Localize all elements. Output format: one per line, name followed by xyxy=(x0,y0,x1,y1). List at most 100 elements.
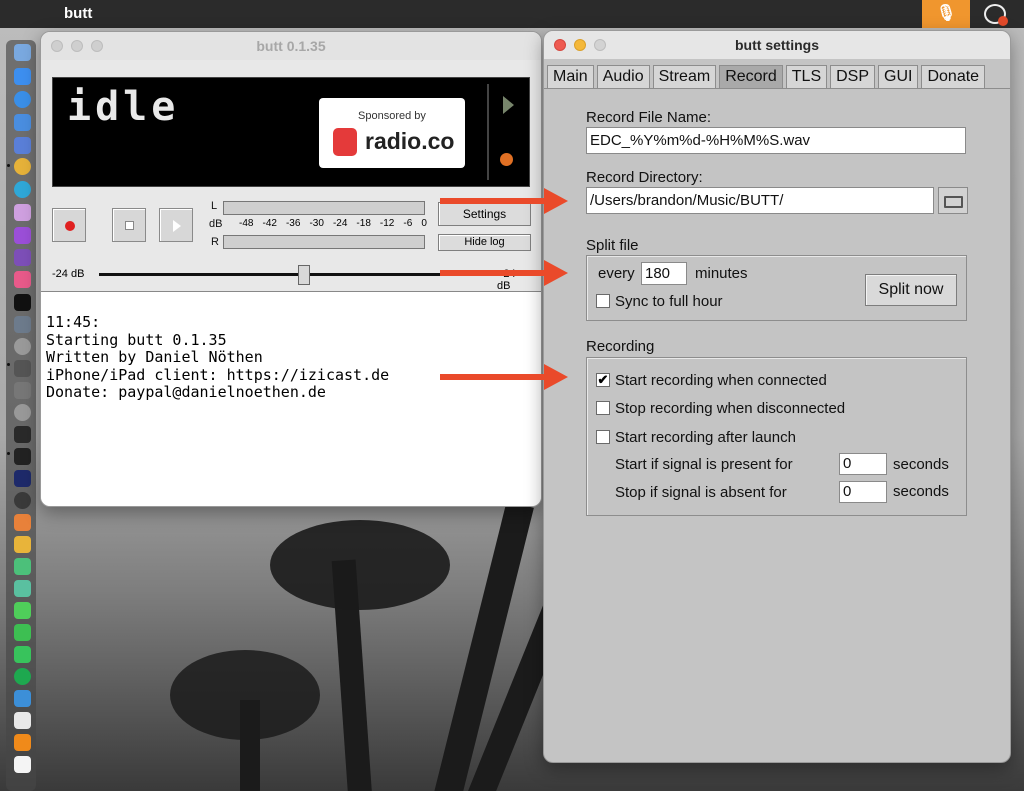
spotify-icon[interactable] xyxy=(14,668,31,685)
maps-icon[interactable] xyxy=(14,514,31,531)
settings-app-icon[interactable] xyxy=(14,137,31,154)
messages-icon[interactable] xyxy=(14,602,31,619)
k-app-icon[interactable] xyxy=(14,91,31,108)
speaker-icon[interactable] xyxy=(14,360,31,377)
menu-bar: butt 🎙 xyxy=(0,0,1024,28)
preview-icon[interactable] xyxy=(14,316,31,333)
record-file-name-input[interactable]: EDC_%Y%m%d-%H%M%S.wav xyxy=(586,127,966,154)
settings-tabs: Main Audio Stream Record TLS DSP GUI Donate xyxy=(547,65,988,88)
radio-co-logo-icon xyxy=(333,128,357,156)
record-directory-input[interactable]: /Users/brandon/Music/BUTT/ xyxy=(586,187,934,214)
vu-scale-tick: -18 xyxy=(356,218,371,229)
play-button[interactable] xyxy=(159,208,193,242)
dock xyxy=(6,40,36,791)
tab-donate[interactable]: Donate xyxy=(921,65,986,88)
minimize-button[interactable] xyxy=(574,39,586,51)
signal-present-unit: seconds xyxy=(893,456,949,473)
log-area[interactable]: 11:45: Starting butt 0.1.35 Written by D… xyxy=(41,291,541,506)
whatsapp-icon[interactable] xyxy=(14,646,31,663)
split-now-button[interactable]: Split now xyxy=(865,274,957,306)
split-minutes-label: minutes xyxy=(695,265,748,282)
stop-when-disconnected-checkbox[interactable] xyxy=(596,401,610,415)
start-after-launch-checkbox[interactable] xyxy=(596,430,610,444)
sync-full-hour-label: Sync to full hour xyxy=(615,293,723,310)
close-button[interactable] xyxy=(51,40,63,52)
facetime-icon[interactable] xyxy=(14,624,31,641)
tab-divider xyxy=(544,88,1010,89)
tab-main[interactable]: Main xyxy=(547,65,594,88)
obs-icon[interactable] xyxy=(14,492,31,509)
annotation-arrow xyxy=(440,188,568,214)
headphones-icon[interactable] xyxy=(14,536,31,553)
split-file-label: Split file xyxy=(586,237,639,254)
tab-gui[interactable]: GUI xyxy=(878,65,919,88)
app-store-icon[interactable] xyxy=(14,68,31,85)
network-icon[interactable] xyxy=(14,558,31,575)
stop-icon xyxy=(125,221,134,230)
display-divider xyxy=(487,84,489,180)
annotation-arrow xyxy=(440,260,568,286)
vu-scale: -48 -42 -36 -30 -24 -18 -12 -6 0 xyxy=(239,218,427,229)
start-when-connected-checkbox[interactable]: ✔ xyxy=(596,373,610,387)
audition-icon[interactable] xyxy=(14,470,31,487)
vu-scale-tick: -48 xyxy=(239,218,254,229)
atom-icon[interactable] xyxy=(14,580,31,597)
menu-app-name[interactable]: butt xyxy=(64,5,92,22)
close-button[interactable] xyxy=(554,39,566,51)
podcasts-icon[interactable] xyxy=(14,227,31,244)
textedit-icon[interactable] xyxy=(14,712,31,729)
running-indicator xyxy=(7,363,10,366)
settings-window-title: butt settings xyxy=(544,31,1010,59)
butt-main-window: butt 0.1.35 idle Sponsored by radio.co L… xyxy=(40,31,542,507)
settings-button[interactable]: Settings xyxy=(438,202,531,226)
zoom-button[interactable] xyxy=(91,40,103,52)
split-file-group: every 180 minutes Sync to full hour Spli… xyxy=(586,255,967,321)
vu-scale-tick: -24 xyxy=(332,218,348,229)
signal-present-input[interactable]: 0 xyxy=(839,453,887,475)
disk-utility-icon[interactable] xyxy=(14,404,31,421)
sponsor-banner[interactable]: Sponsored by radio.co xyxy=(319,98,465,168)
v2-app-icon[interactable] xyxy=(14,114,31,131)
tab-stream[interactable]: Stream xyxy=(652,65,717,88)
calendar-icon[interactable] xyxy=(14,756,31,773)
tab-dsp[interactable]: DSP xyxy=(830,65,876,88)
status-display: idle Sponsored by radio.co xyxy=(52,77,530,187)
sync-full-hour-checkbox[interactable] xyxy=(596,294,610,308)
record-directory-label: Record Directory: xyxy=(586,169,703,186)
tab-audio[interactable]: Audio xyxy=(596,65,650,88)
hide-log-button[interactable]: Hide log xyxy=(438,234,531,251)
weather-icon[interactable] xyxy=(14,690,31,707)
activity-monitor-icon[interactable] xyxy=(14,426,31,443)
sponsor-caption: Sponsored by xyxy=(358,110,426,122)
control-center-icon[interactable] xyxy=(984,4,1008,26)
gain-min-label: -24 dB xyxy=(52,268,85,280)
vlc-icon[interactable] xyxy=(14,382,31,399)
split-every-input[interactable]: 180 xyxy=(641,262,687,285)
vlc-player-icon[interactable] xyxy=(14,734,31,751)
help-icon[interactable] xyxy=(14,338,31,355)
terminal-icon[interactable] xyxy=(14,448,31,465)
record-file-name-label: Record File Name: xyxy=(586,109,712,126)
tab-tls[interactable]: TLS xyxy=(785,65,828,88)
signal-absent-input[interactable]: 0 xyxy=(839,481,887,503)
tab-record[interactable]: Record xyxy=(719,65,783,88)
minimize-button[interactable] xyxy=(71,40,83,52)
chrome-icon[interactable] xyxy=(14,158,31,175)
gain-track[interactable] xyxy=(99,273,491,276)
browse-directory-button[interactable] xyxy=(938,187,968,214)
edge-icon[interactable] xyxy=(14,181,31,198)
finder-icon[interactable] xyxy=(14,44,31,61)
launchpad-icon[interactable] xyxy=(14,204,31,221)
stop-button[interactable] xyxy=(112,208,146,242)
photos-icon[interactable] xyxy=(14,271,31,288)
gain-knob[interactable] xyxy=(298,265,310,285)
vu-meter: L dB -48 -42 -36 -30 -24 -18 -12 -6 0 R xyxy=(209,198,427,250)
vu-scale-tick: -42 xyxy=(262,218,277,229)
record-button[interactable] xyxy=(52,208,86,242)
microphone-icon[interactable]: 🎙 xyxy=(922,0,970,28)
zoom-button[interactable] xyxy=(594,39,606,51)
tor-icon[interactable] xyxy=(14,249,31,266)
capcut-icon[interactable] xyxy=(14,294,31,311)
stop-when-disconnected-label: Stop recording when disconnected xyxy=(615,400,846,417)
palm-crown xyxy=(270,520,450,610)
